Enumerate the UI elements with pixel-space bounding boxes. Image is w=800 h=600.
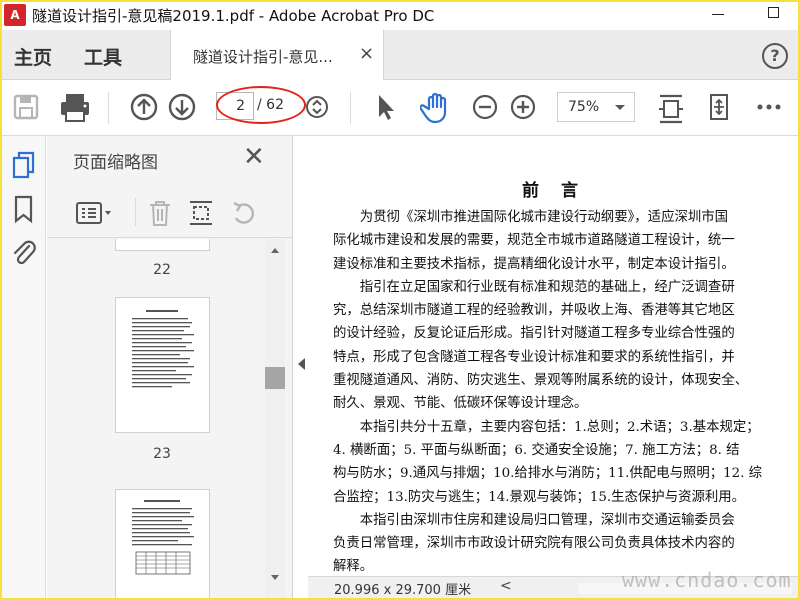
save-icon[interactable] [12,90,40,124]
scrollbar-thumb[interactable] [265,367,285,389]
thumbnail-options-icon[interactable] [75,198,115,232]
window-title: 隧道设计指引-意见稿2019.1.pdf - Adobe Acrobat Pro… [32,7,435,25]
document-text-line: 构与防水；9.通风与排烟；10.给排水与消防；11.供配电与照明；12. 综 [333,466,763,482]
document-text-line: 本指引共分十五章，主要内容包括：1.总则；2.术语；3.基本规定； [333,419,760,435]
page-number-highlight [216,86,306,124]
more-options-icon[interactable] [754,90,784,124]
minimize-button[interactable] [708,3,728,23]
page-thumbnail[interactable] [115,239,210,251]
document-text-line: 合监控；13.防灾与逃生；14.景观与装饰；15.生态保护与资源利用。 [333,489,746,505]
next-page-icon[interactable] [166,90,198,124]
document-viewer[interactable]: 前 言 为贯彻《深圳市推进国际化城市建设行动纲要》，适应深圳市国 际化城市建设和发… [308,136,800,576]
document-text-line: 重视隧道通风、消防、防灾逃生、景观等附属系统的设计，体现安全、 [333,373,749,389]
tab-tools[interactable]: 工具 [84,43,122,70]
document-page: 前 言 为贯彻《深圳市推进国际化城市建设行动纲要》，适应深圳市国 际化城市建设和发… [308,136,800,576]
rotate-icon[interactable] [229,198,259,232]
toolbar: 2 / 62 75% [0,80,800,136]
thumbnail-page-number: 22 [153,262,171,278]
document-text-line: 耐久、景观、节能、低碳环保等设计理念。 [333,396,588,412]
hand-tool-icon[interactable] [420,90,454,124]
scroll-left-arrow[interactable]: < [500,578,512,594]
select-cursor-icon[interactable] [374,90,398,124]
document-text-line: 际化城市建设和发展的需要，规范全市城市道路隧道工程设计，统一 [333,233,735,249]
thumbnail-scrollbar[interactable] [265,239,285,600]
bookmark-icon[interactable] [11,194,37,228]
zoom-out-icon[interactable] [470,90,500,124]
previous-page-icon[interactable] [128,90,160,124]
help-button[interactable]: ? [762,43,788,69]
page-size-readout: 20.996 x 29.700 厘米 [334,583,472,598]
zoom-in-icon[interactable] [508,90,538,124]
chevron-down-icon [615,105,625,110]
watermark: www.cndao.com [622,568,792,592]
extract-page-icon[interactable] [187,198,215,232]
close-tab-button[interactable]: × [359,43,374,64]
document-tab-label: 隧道设计指引-意见... [193,48,333,66]
document-text-line: 建设标准和主要技术指标，提高精细化设计水平，制定本设计指引。 [333,256,735,272]
document-text-line: 指引在立足国家和行业既有标准和规范的基础上，经广泛调查研 [333,279,735,295]
collapse-panel-arrow-icon[interactable] [298,358,305,370]
toolbar-divider [108,92,109,124]
page-thumbnail[interactable] [115,489,210,600]
zoom-select[interactable]: 75% [557,92,635,122]
toolbar-divider [350,92,351,124]
page-thumbnails-icon[interactable] [11,150,37,184]
full-screen-icon[interactable] [704,90,734,124]
acrobat-logo-icon: A [4,4,26,26]
left-sidebar [0,136,46,600]
page-stepper-icon[interactable] [304,90,330,124]
document-heading: 前 言 [522,181,586,201]
document-text-line: 本指引由深圳市住房和建设局归口管理，深圳市交通运输委员会 [333,512,735,528]
toolbar-divider [135,198,136,226]
document-text-line: 特点，形成了包含隧道工程各专业设计标准和要求的系统性指引，并 [333,349,735,365]
tab-home[interactable]: 主页 [14,43,52,70]
page-thumbnail[interactable] [115,297,210,433]
thumbnail-toolbar [47,188,293,238]
fit-page-icon[interactable] [656,90,686,124]
document-text-line: 负责日常管理，深圳市市政设计研究院有限公司负责具体技术内容的 [333,536,735,552]
document-text-line: 为贯彻《深圳市推进国际化城市建设行动纲要》，适应深圳市国 [333,210,729,225]
close-panel-button[interactable]: ✕ [243,142,265,172]
title-bar: A 隧道设计指引-意见稿2019.1.pdf - Adobe Acrobat P… [0,0,800,30]
attachment-icon[interactable] [11,236,37,270]
document-text-line: 究，总结深圳市隧道工程的经验教训，并吸收上海、香港等其它地区 [333,303,735,319]
tab-document[interactable]: 隧道设计指引-意见... × [170,30,384,80]
thumbnail-panel-title: 页面缩略图 [73,153,158,173]
document-text-line: 4. 横断面；5. 平面与纵断面；6. 交通安全设施；7. 施工方法；8. 结 [333,442,740,458]
print-icon[interactable] [58,90,92,124]
tab-bar: 主页 工具 隧道设计指引-意见... × ? [0,30,800,80]
thumbnail-page-number: 23 [153,446,171,462]
delete-page-icon[interactable] [145,198,175,232]
document-text-line: 的设计经验，反复论证后形成。指引针对隧道工程多专业综合性强的 [333,326,735,342]
thumbnail-list[interactable]: 22 23 [47,239,277,600]
zoom-value: 75% [568,99,600,115]
thumbnail-panel: 页面缩略图 ✕ 22 23 [47,136,293,600]
document-body: 为贯彻《深圳市推进国际化城市建设行动纲要》，适应深圳市国 际化城市建设和发展的需要… [333,206,785,576]
maximize-button[interactable] [768,7,779,18]
